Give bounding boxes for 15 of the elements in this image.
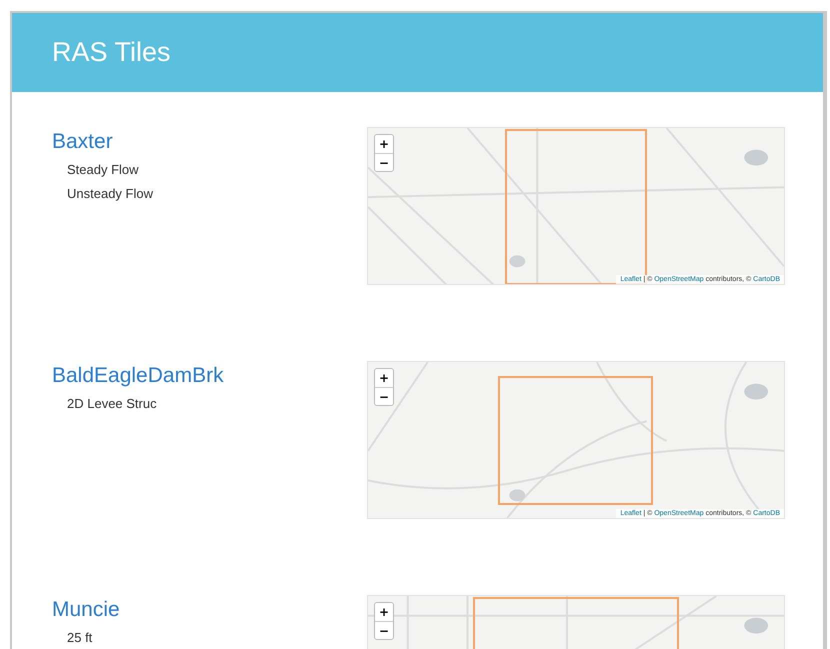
plan-link[interactable]: Steady Flow [67,158,139,182]
project-link[interactable]: Baxter [52,130,113,154]
zoom-in-button[interactable]: + [375,603,393,621]
plan-link[interactable]: 2D Levee Struc [67,392,157,416]
project-link[interactable]: Muncie [52,598,120,622]
zoom-out-button[interactable]: − [375,387,393,405]
zoom-out-button[interactable]: − [375,621,393,639]
page-title: RAS Tiles [52,37,171,68]
plan-link[interactable]: Unsteady Flow [67,182,153,206]
zoom-in-button[interactable]: + [375,135,393,153]
zoom-out-button[interactable]: − [375,153,393,171]
project-link[interactable]: BaldEagleDamBrk [52,364,224,388]
zoom-in-button[interactable]: + [375,369,393,387]
map-view[interactable]: + − [367,595,785,649]
plan-link[interactable]: 25 ft [67,626,92,649]
